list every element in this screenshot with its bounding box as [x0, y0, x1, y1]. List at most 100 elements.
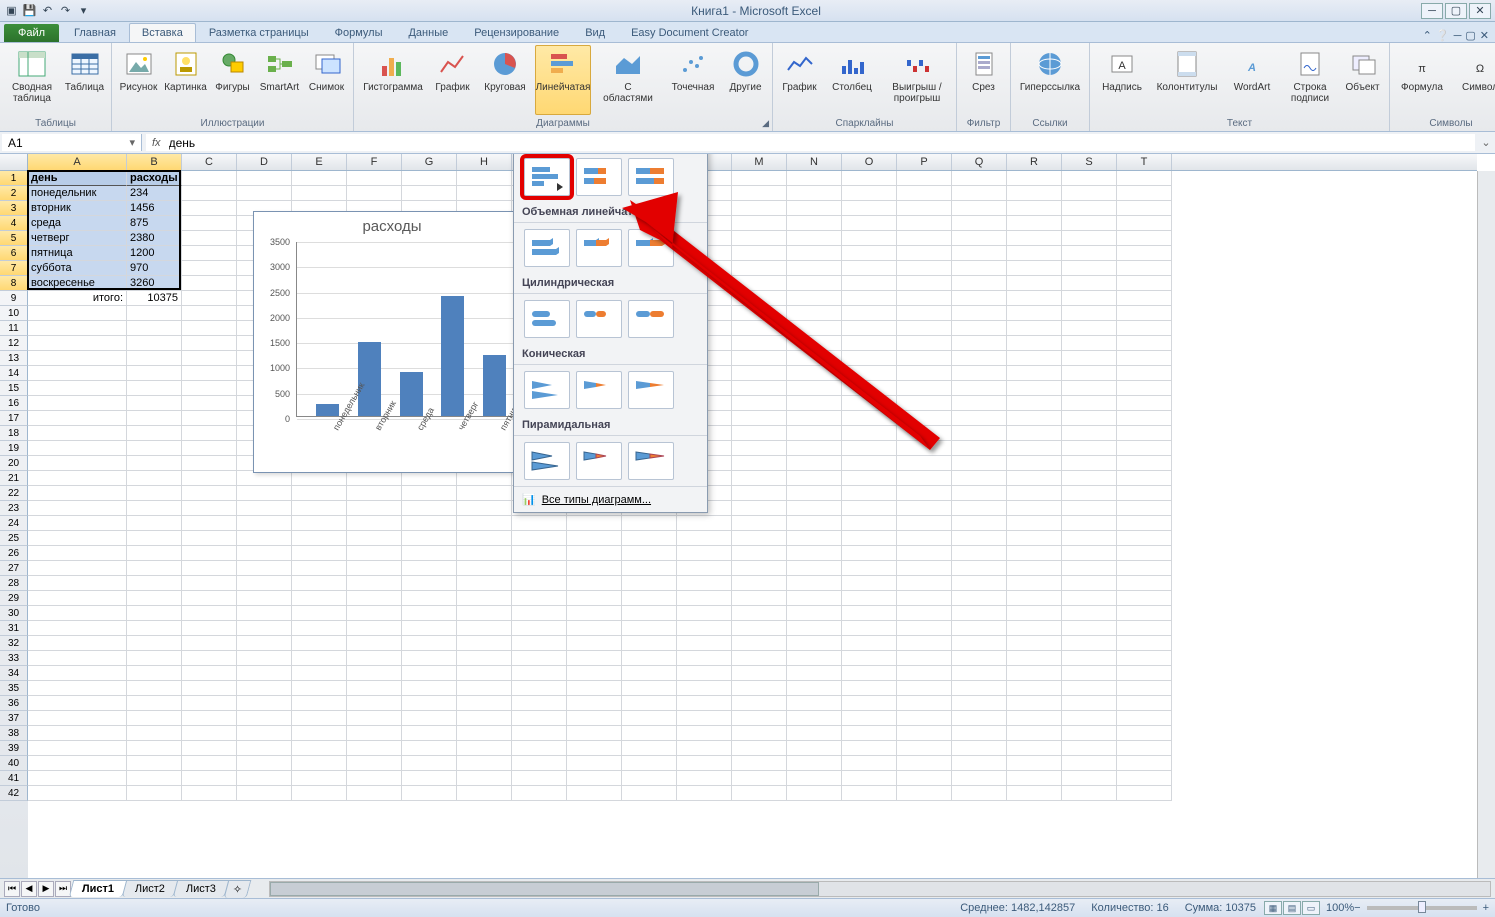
cell[interactable]	[897, 621, 952, 636]
cell[interactable]	[677, 621, 732, 636]
formula-bar-expand-icon[interactable]: ⌄	[1477, 132, 1495, 153]
cell[interactable]	[622, 621, 677, 636]
cell[interactable]	[842, 606, 897, 621]
cell[interactable]	[182, 696, 237, 711]
cell[interactable]	[1117, 651, 1172, 666]
cell[interactable]	[787, 471, 842, 486]
maximize-button[interactable]: ▢	[1445, 3, 1467, 19]
cell[interactable]	[182, 741, 237, 756]
cell[interactable]	[842, 441, 897, 456]
cell[interactable]	[897, 276, 952, 291]
cell[interactable]: день	[28, 171, 127, 186]
cell[interactable]	[952, 186, 1007, 201]
cell[interactable]	[1117, 201, 1172, 216]
cell[interactable]	[512, 726, 567, 741]
pie-chart-button[interactable]: Круговая	[477, 45, 533, 115]
cell[interactable]	[897, 246, 952, 261]
cell[interactable]	[182, 441, 237, 456]
cell[interactable]	[457, 501, 512, 516]
gallery-pyr-100stacked[interactable]	[628, 442, 674, 480]
row-header[interactable]: 4	[0, 216, 28, 231]
line-chart-button[interactable]: График	[430, 45, 475, 115]
cell[interactable]	[1062, 486, 1117, 501]
cell[interactable]	[237, 696, 292, 711]
object-button[interactable]: Объект	[1340, 45, 1385, 115]
cell[interactable]	[952, 681, 1007, 696]
cell[interactable]	[1062, 501, 1117, 516]
row-header[interactable]: 26	[0, 546, 28, 561]
cell[interactable]	[842, 171, 897, 186]
cell[interactable]	[1117, 291, 1172, 306]
cell[interactable]	[237, 756, 292, 771]
cell[interactable]	[897, 381, 952, 396]
cell[interactable]	[787, 486, 842, 501]
cell[interactable]	[787, 711, 842, 726]
cell[interactable]	[787, 411, 842, 426]
cell[interactable]	[952, 486, 1007, 501]
cell[interactable]	[842, 771, 897, 786]
cell[interactable]	[402, 516, 457, 531]
cell[interactable]	[787, 501, 842, 516]
cell[interactable]	[28, 471, 127, 486]
cell[interactable]	[127, 351, 182, 366]
cell[interactable]	[237, 546, 292, 561]
cell[interactable]	[952, 591, 1007, 606]
cell[interactable]	[1117, 261, 1172, 276]
cell[interactable]	[512, 546, 567, 561]
cell[interactable]	[1062, 456, 1117, 471]
cell[interactable]	[127, 636, 182, 651]
cell[interactable]	[182, 201, 237, 216]
cell[interactable]	[952, 366, 1007, 381]
cell[interactable]	[1062, 411, 1117, 426]
cell[interactable]	[842, 306, 897, 321]
cell[interactable]	[182, 486, 237, 501]
cell[interactable]	[1007, 741, 1062, 756]
cell[interactable]: среда	[28, 216, 127, 231]
cell[interactable]	[897, 306, 952, 321]
cell[interactable]	[292, 576, 347, 591]
cell[interactable]	[1062, 531, 1117, 546]
cell[interactable]	[677, 681, 732, 696]
cell[interactable]	[1062, 651, 1117, 666]
cell[interactable]	[842, 201, 897, 216]
cell[interactable]	[1117, 531, 1172, 546]
cell[interactable]	[182, 186, 237, 201]
cell[interactable]	[28, 741, 127, 756]
symbol-button[interactable]: ΩСимвол	[1452, 45, 1495, 115]
cell[interactable]	[1062, 291, 1117, 306]
cell[interactable]	[677, 696, 732, 711]
cell[interactable]	[347, 576, 402, 591]
cell[interactable]	[347, 516, 402, 531]
cell[interactable]	[457, 636, 512, 651]
cell[interactable]	[1117, 606, 1172, 621]
cell[interactable]	[512, 756, 567, 771]
cell[interactable]	[1062, 471, 1117, 486]
cell[interactable]	[567, 786, 622, 801]
cell[interactable]	[237, 786, 292, 801]
column-header[interactable]: D	[237, 154, 292, 170]
cell[interactable]	[127, 426, 182, 441]
cell[interactable]	[952, 621, 1007, 636]
restore-window-icon[interactable]: ▢	[1465, 29, 1475, 42]
row-header[interactable]: 3	[0, 201, 28, 216]
cell[interactable]	[1062, 591, 1117, 606]
cell[interactable]	[897, 186, 952, 201]
cell[interactable]	[952, 321, 1007, 336]
cell[interactable]	[897, 666, 952, 681]
help-icon[interactable]: ❔	[1436, 29, 1450, 42]
cell[interactable]	[732, 336, 787, 351]
cell[interactable]: 875	[127, 216, 182, 231]
cell[interactable]	[897, 546, 952, 561]
cell[interactable]	[127, 666, 182, 681]
tab-page-layout[interactable]: Разметка страницы	[196, 23, 322, 42]
cell[interactable]	[292, 561, 347, 576]
cell[interactable]	[732, 276, 787, 291]
column-chart-button[interactable]: Гистограмма	[358, 45, 428, 115]
cell[interactable]	[292, 186, 347, 201]
cell[interactable]	[1007, 246, 1062, 261]
cell[interactable]	[347, 786, 402, 801]
cell[interactable]	[622, 771, 677, 786]
cell[interactable]	[952, 291, 1007, 306]
cell[interactable]	[182, 606, 237, 621]
cell[interactable]	[1117, 171, 1172, 186]
